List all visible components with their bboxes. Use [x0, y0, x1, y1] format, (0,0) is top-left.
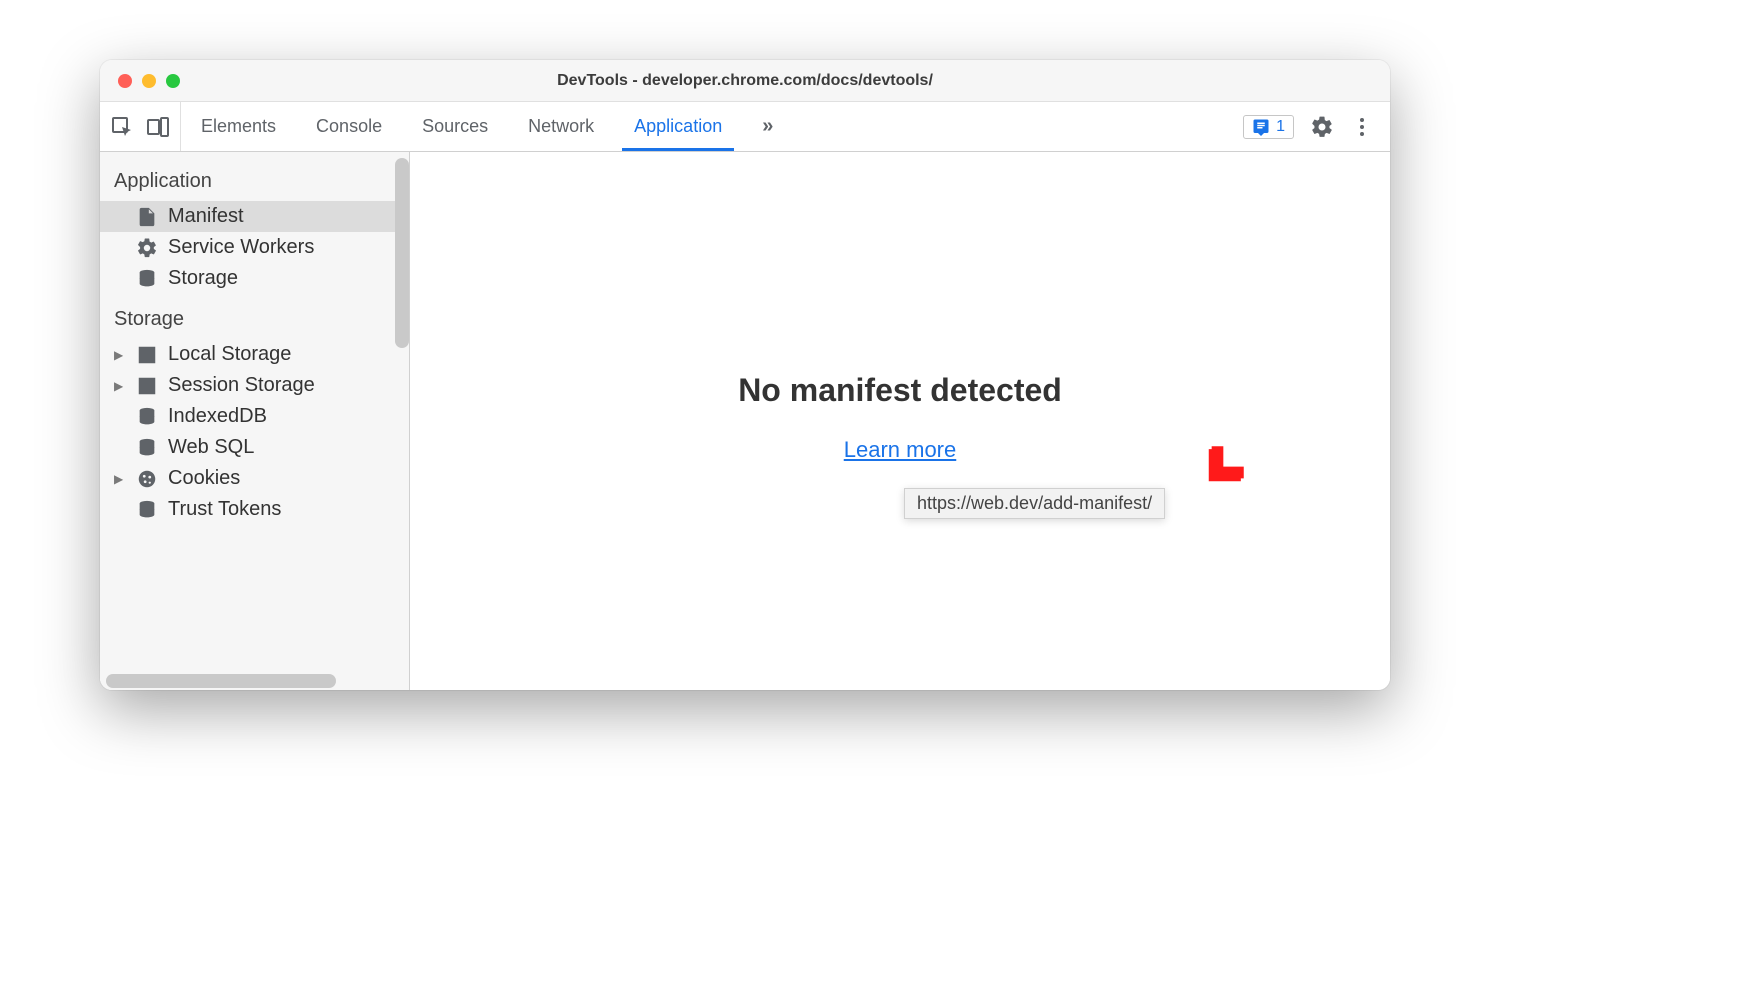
- sidebar-scrollbar-vertical[interactable]: [395, 158, 409, 348]
- sidebar-item-label: IndexedDB: [168, 405, 267, 428]
- database-icon: [136, 437, 158, 459]
- file-icon: [136, 206, 158, 228]
- empty-state-heading: No manifest detected: [738, 372, 1062, 409]
- application-sidebar: Application Manifest Service Workers Sto…: [100, 152, 410, 690]
- panel-tabs: Elements Console Sources Network Applica…: [181, 102, 1227, 151]
- toolbar-left: [100, 102, 181, 151]
- panel-body: Application Manifest Service Workers Sto…: [100, 152, 1390, 690]
- sidebar-item-label: Session Storage: [168, 374, 315, 397]
- chevron-right-icon: ▶: [114, 379, 123, 393]
- issues-icon: [1252, 118, 1270, 136]
- sidebar-item-session-storage[interactable]: ▶ Session Storage: [100, 370, 409, 401]
- sidebar-group-application: Application: [100, 156, 409, 201]
- table-icon: [136, 344, 158, 366]
- kebab-menu-icon[interactable]: [1350, 115, 1374, 139]
- sidebar-item-label: Service Workers: [168, 236, 314, 259]
- sidebar-item-manifest[interactable]: Manifest: [100, 201, 409, 232]
- sidebar-item-label: Local Storage: [168, 343, 291, 366]
- table-icon: [136, 375, 158, 397]
- close-window-button[interactable]: [118, 74, 132, 88]
- database-icon: [136, 499, 158, 521]
- sidebar-item-label: Web SQL: [168, 436, 254, 459]
- minimize-window-button[interactable]: [142, 74, 156, 88]
- tab-sources[interactable]: Sources: [402, 102, 508, 151]
- sidebar-scrollbar-horizontal[interactable]: [106, 674, 336, 688]
- sidebar-item-web-sql[interactable]: Web SQL: [100, 432, 409, 463]
- sidebar-item-label: Storage: [168, 267, 238, 290]
- maximize-window-button[interactable]: [166, 74, 180, 88]
- sidebar-item-local-storage[interactable]: ▶ Local Storage: [100, 339, 409, 370]
- sidebar-item-label: Cookies: [168, 467, 240, 490]
- annotation-arrow-icon: [1200, 420, 1270, 495]
- main-panel: No manifest detected Learn more https://…: [410, 152, 1390, 690]
- tab-console[interactable]: Console: [296, 102, 402, 151]
- chevron-right-icon: ▶: [114, 472, 123, 486]
- device-toolbar-icon[interactable]: [146, 115, 170, 139]
- issues-count: 1: [1276, 118, 1285, 136]
- sidebar-item-service-workers[interactable]: Service Workers: [100, 232, 409, 263]
- sidebar-item-indexeddb[interactable]: IndexedDB: [100, 401, 409, 432]
- chevron-right-icon: ▶: [114, 348, 123, 362]
- gear-icon: [136, 237, 158, 259]
- sidebar-item-label: Manifest: [168, 205, 244, 228]
- inspect-element-icon[interactable]: [110, 115, 134, 139]
- database-icon: [136, 268, 158, 290]
- devtools-toolbar: Elements Console Sources Network Applica…: [100, 102, 1390, 152]
- window-controls: [100, 74, 180, 88]
- sidebar-group-storage: Storage: [100, 294, 409, 339]
- issues-badge[interactable]: 1: [1243, 115, 1294, 139]
- sidebar-item-storage[interactable]: Storage: [100, 263, 409, 294]
- window-title: DevTools - developer.chrome.com/docs/dev…: [100, 72, 1390, 90]
- database-icon: [136, 406, 158, 428]
- learn-more-link[interactable]: Learn more: [844, 437, 957, 463]
- sidebar-content: Application Manifest Service Workers Sto…: [100, 152, 409, 690]
- tab-application[interactable]: Application: [614, 102, 742, 151]
- titlebar: DevTools - developer.chrome.com/docs/dev…: [100, 60, 1390, 102]
- toolbar-right: 1: [1227, 102, 1390, 151]
- tab-elements[interactable]: Elements: [181, 102, 296, 151]
- sidebar-item-trust-tokens[interactable]: Trust Tokens: [100, 494, 409, 525]
- link-tooltip: https://web.dev/add-manifest/: [904, 488, 1165, 519]
- cookie-icon: [136, 468, 158, 490]
- sidebar-item-label: Trust Tokens: [168, 498, 281, 521]
- tab-network[interactable]: Network: [508, 102, 614, 151]
- tab-more[interactable]: »: [742, 102, 793, 151]
- sidebar-item-cookies[interactable]: ▶ Cookies: [100, 463, 409, 494]
- settings-icon[interactable]: [1310, 115, 1334, 139]
- devtools-window: DevTools - developer.chrome.com/docs/dev…: [100, 60, 1390, 690]
